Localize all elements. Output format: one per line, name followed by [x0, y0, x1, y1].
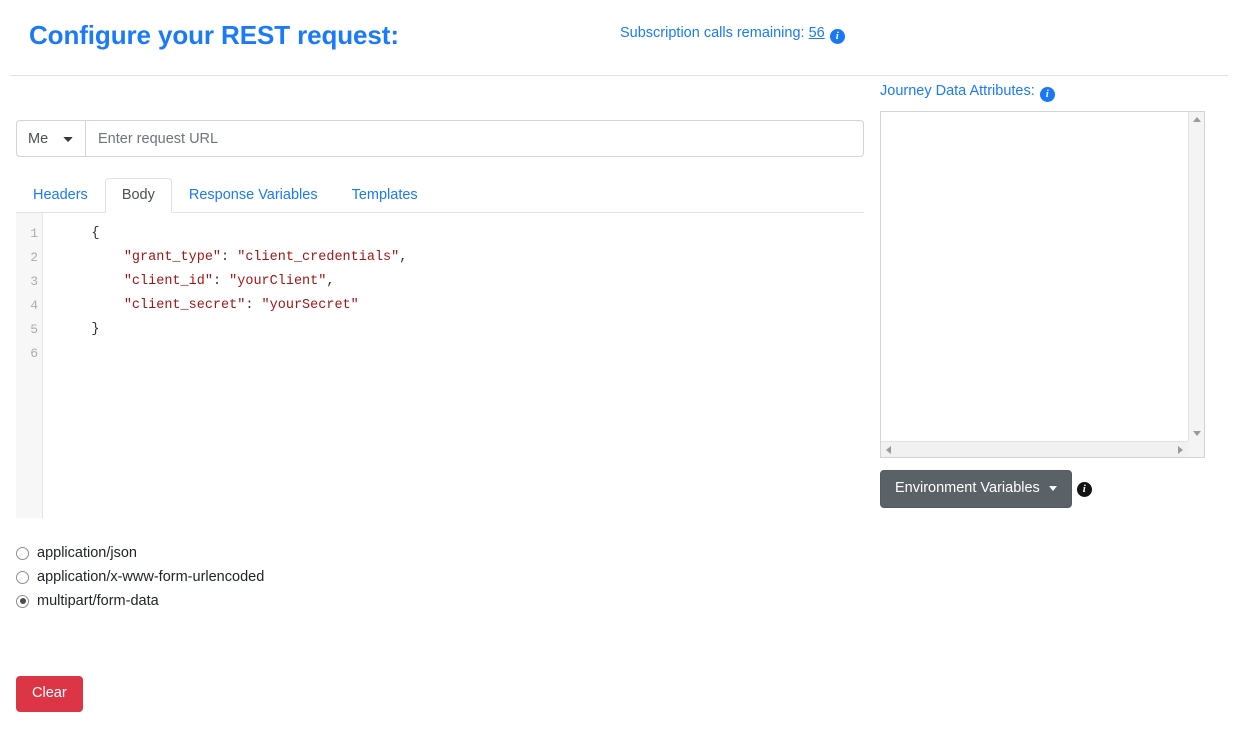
editor-code-content[interactable]: { "grant_type": "client_credentials", "c…	[43, 213, 864, 518]
journey-data-info-icon[interactable]: i	[1039, 87, 1055, 102]
rest-request-configuration-page: Configure your REST request: Subscriptio…	[0, 0, 1236, 733]
radio-button-icon-selected[interactable]	[16, 594, 29, 608]
line-number: 4	[30, 298, 38, 313]
line-number: 6	[30, 346, 38, 361]
horizontal-scrollbar[interactable]	[881, 441, 1188, 457]
tab-body[interactable]: Body	[104, 177, 172, 213]
environment-variables-row: Environment Variables i	[880, 470, 1092, 509]
scroll-up-arrow-icon[interactable]	[1193, 117, 1201, 122]
http-method-select[interactable]: Me	[16, 120, 86, 157]
radio-label[interactable]: multipart/form-data	[37, 593, 159, 609]
content-type-radio-group: application/json application/x-www-form-…	[16, 541, 264, 613]
scroll-right-arrow-icon[interactable]	[1178, 446, 1183, 454]
tab-headers[interactable]: Headers	[16, 178, 105, 214]
chevron-down-icon	[1048, 486, 1057, 492]
line-number: 1	[30, 226, 38, 241]
journey-data-attributes-box[interactable]	[880, 111, 1205, 458]
radio-label[interactable]: application/json	[37, 545, 137, 561]
journey-data-column: Journey Data Attributes: i Environment Va…	[878, 0, 1236, 733]
request-body-editor[interactable]: 1 2 3 4 5 6 { "grant_type": "client_cred…	[16, 213, 864, 518]
line-number: 3	[30, 274, 38, 289]
radio-option-application-json[interactable]: application/json	[16, 541, 264, 565]
environment-variables-button[interactable]: Environment Variables	[880, 470, 1072, 509]
radio-button-icon[interactable]	[16, 570, 29, 584]
radio-option-multipart-form-data[interactable]: multipart/form-data	[16, 589, 264, 613]
journey-data-attributes-text: Journey Data Attributes:	[880, 83, 1035, 99]
tab-templates[interactable]: Templates	[335, 178, 435, 214]
vertical-scrollbar[interactable]	[1188, 112, 1204, 441]
scroll-left-arrow-icon[interactable]	[886, 446, 891, 454]
radio-button-icon[interactable]	[16, 546, 29, 560]
environment-variables-info-icon[interactable]: i	[1076, 481, 1092, 497]
tab-response-variables[interactable]: Response Variables	[172, 178, 335, 214]
clear-button[interactable]: Clear	[16, 676, 83, 713]
scrollbar-corner	[1188, 441, 1204, 457]
request-url-input[interactable]	[86, 120, 864, 157]
line-number: 2	[30, 250, 38, 265]
radio-label[interactable]: application/x-www-form-urlencoded	[37, 569, 264, 585]
environment-variables-label: Environment Variables	[895, 480, 1040, 496]
request-tabs: Headers Body Response Variables Template…	[16, 177, 864, 214]
line-number: 5	[30, 322, 38, 337]
radio-option-x-www-form-urlencoded[interactable]: application/x-www-form-urlencoded	[16, 565, 264, 589]
editor-line-number-gutter: 1 2 3 4 5 6	[16, 213, 43, 518]
request-url-row: Me	[16, 120, 864, 157]
journey-data-attributes-content[interactable]	[881, 112, 1187, 440]
journey-data-attributes-label: Journey Data Attributes: i	[880, 83, 1055, 102]
scroll-down-arrow-icon[interactable]	[1193, 431, 1201, 436]
request-builder-column: Me Headers Body Response Variables Templ…	[0, 0, 878, 733]
